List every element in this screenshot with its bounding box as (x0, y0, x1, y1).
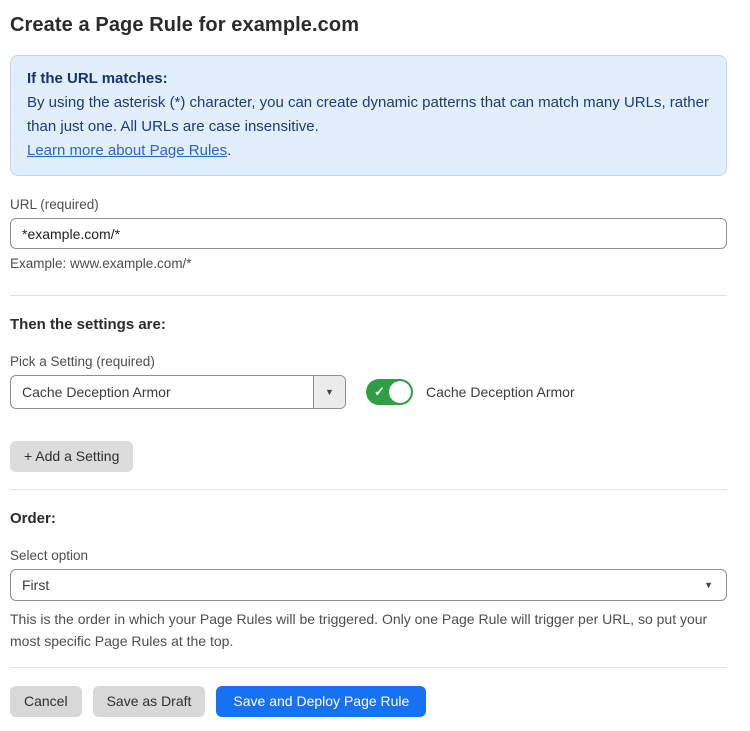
info-box-heading: If the URL matches: (27, 67, 710, 91)
footer-actions: Cancel Save as Draft Save and Deploy Pag… (10, 686, 727, 717)
footer-divider (10, 667, 727, 668)
url-input[interactable] (10, 218, 727, 249)
setting-picker-label: Pick a Setting (required) (10, 354, 727, 369)
cache-deception-armor-toggle[interactable]: ✓ (366, 379, 413, 405)
link-suffix: . (227, 142, 231, 159)
order-section-heading: Order: (10, 510, 727, 527)
toggle-label: Cache Deception Armor (426, 384, 575, 400)
chevron-down-icon: ▼ (325, 387, 334, 397)
add-setting-button[interactable]: + Add a Setting (10, 441, 133, 472)
learn-more-link[interactable]: Learn more about Page Rules (27, 142, 227, 159)
toggle-knob (389, 381, 411, 403)
info-box-link-line: Learn more about Page Rules. (27, 139, 710, 163)
setting-row: Cache Deception Armor ▼ ✓ Cache Deceptio… (10, 375, 727, 409)
setting-select[interactable]: Cache Deception Armor ▼ (10, 375, 346, 409)
url-match-info-box: If the URL matches: By using the asteris… (10, 55, 727, 176)
setting-select-arrow-button[interactable]: ▼ (313, 376, 345, 408)
section-divider (10, 295, 727, 296)
check-icon: ✓ (374, 385, 385, 398)
section-divider (10, 489, 727, 490)
order-helper-text: This is the order in which your Page Rul… (10, 609, 710, 652)
cancel-button[interactable]: Cancel (10, 686, 82, 717)
setting-select-value: Cache Deception Armor (11, 376, 313, 408)
order-select[interactable]: First ▼ (10, 569, 727, 601)
settings-section-heading: Then the settings are: (10, 316, 727, 333)
save-as-draft-button[interactable]: Save as Draft (93, 686, 206, 717)
order-select-label: Select option (10, 548, 727, 563)
save-and-deploy-button[interactable]: Save and Deploy Page Rule (216, 686, 426, 717)
create-page-rule-panel: Create a Page Rule for example.com If th… (0, 0, 750, 731)
url-field-helper: Example: www.example.com/* (10, 256, 727, 271)
page-title: Create a Page Rule for example.com (10, 14, 727, 37)
chevron-down-icon: ▼ (704, 580, 726, 590)
url-field-label: URL (required) (10, 197, 727, 212)
order-select-value: First (11, 577, 704, 593)
info-box-body: By using the asterisk (*) character, you… (27, 91, 710, 139)
